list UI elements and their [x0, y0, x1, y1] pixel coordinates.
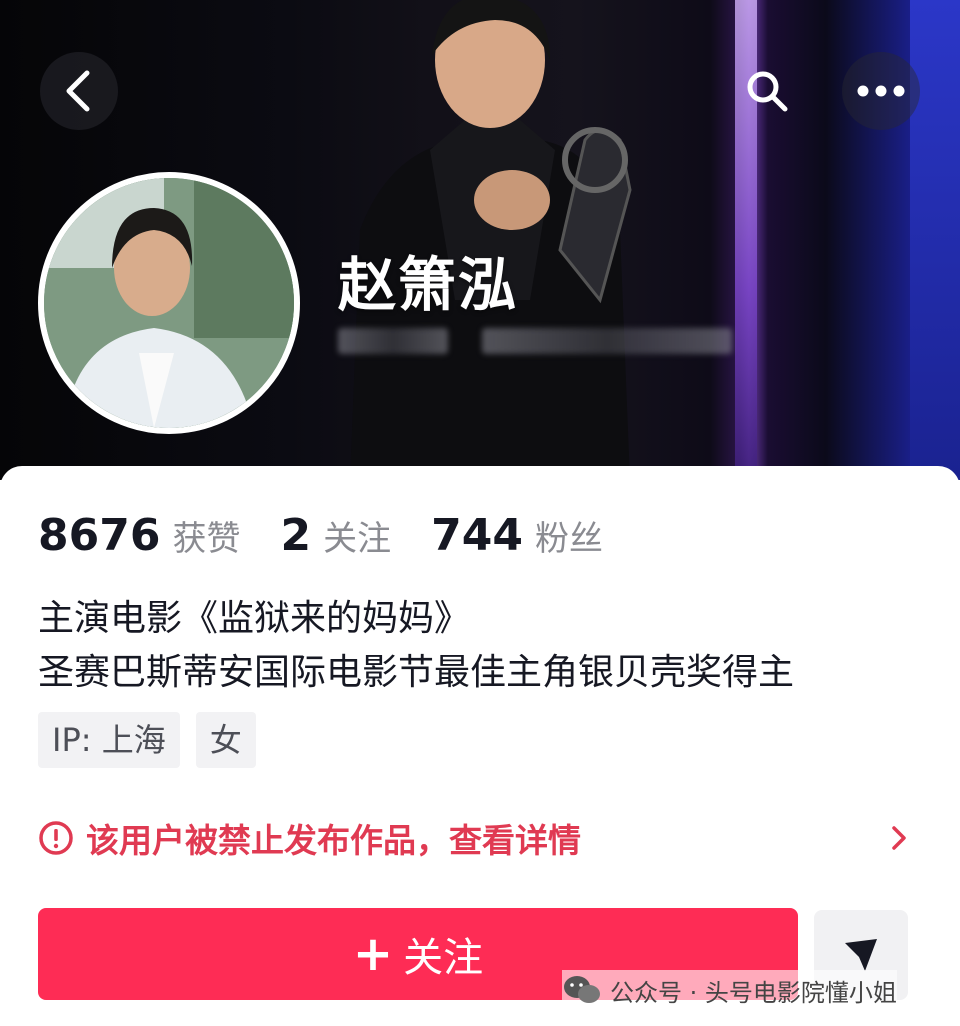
stat-value: 2: [280, 510, 312, 561]
tag-ip: IP: 上海: [38, 712, 180, 768]
search-button[interactable]: [728, 52, 806, 130]
wechat-icon: [564, 976, 600, 1003]
stat-likes[interactable]: 8676 获赞: [38, 510, 240, 561]
more-button[interactable]: [842, 52, 920, 130]
stat-following[interactable]: 2 关注: [280, 510, 391, 561]
bio-line: 圣赛巴斯蒂安国际电影节最佳主角银贝壳奖得主: [38, 652, 795, 693]
more-horizontal-icon: [857, 85, 905, 97]
stage-light: [910, 0, 960, 480]
profile-tags: IP: 上海 女: [38, 712, 272, 768]
avatar[interactable]: [38, 172, 300, 434]
stat-label: 关注: [323, 519, 392, 559]
profile-cover: 赵箫泓: [0, 0, 960, 480]
chevron-right-icon: [892, 826, 906, 850]
profile-bio: 主演电影《监狱来的妈妈》 圣赛巴斯蒂安国际电影节最佳主角银贝壳奖得主: [38, 592, 918, 700]
plus-icon: +: [352, 926, 394, 982]
watermark: 公众号 · 头号电影院懂小姐: [562, 970, 897, 1010]
alert-circle-icon: [39, 821, 73, 855]
chevron-left-icon: [66, 70, 90, 112]
profile-stats: 8676 获赞 2 关注 744 粉丝: [38, 510, 643, 561]
ban-notice[interactable]: 该用户被禁止发布作品，查看详情: [38, 808, 918, 868]
profile-name: 赵箫泓: [338, 251, 519, 319]
stat-label: 粉丝: [534, 519, 603, 559]
back-button[interactable]: [40, 52, 118, 130]
blurred-id: [338, 328, 448, 354]
watermark-text: 公众号 · 头号电影院懂小姐: [610, 978, 897, 1007]
stat-label: 获赞: [172, 519, 241, 559]
tag-gender: 女: [195, 712, 256, 768]
stat-value: 744: [431, 510, 523, 561]
search-icon: [747, 71, 788, 112]
stat-followers[interactable]: 744 粉丝: [431, 510, 603, 561]
blurred-id: [482, 328, 732, 354]
stat-value: 8676: [38, 510, 161, 561]
ban-notice-text: 该用户被禁止发布作品，查看详情: [86, 821, 581, 860]
follow-label: 关注: [403, 935, 484, 981]
avatar-image: [44, 178, 294, 428]
bio-line: 主演电影《监狱来的妈妈》: [38, 598, 471, 639]
